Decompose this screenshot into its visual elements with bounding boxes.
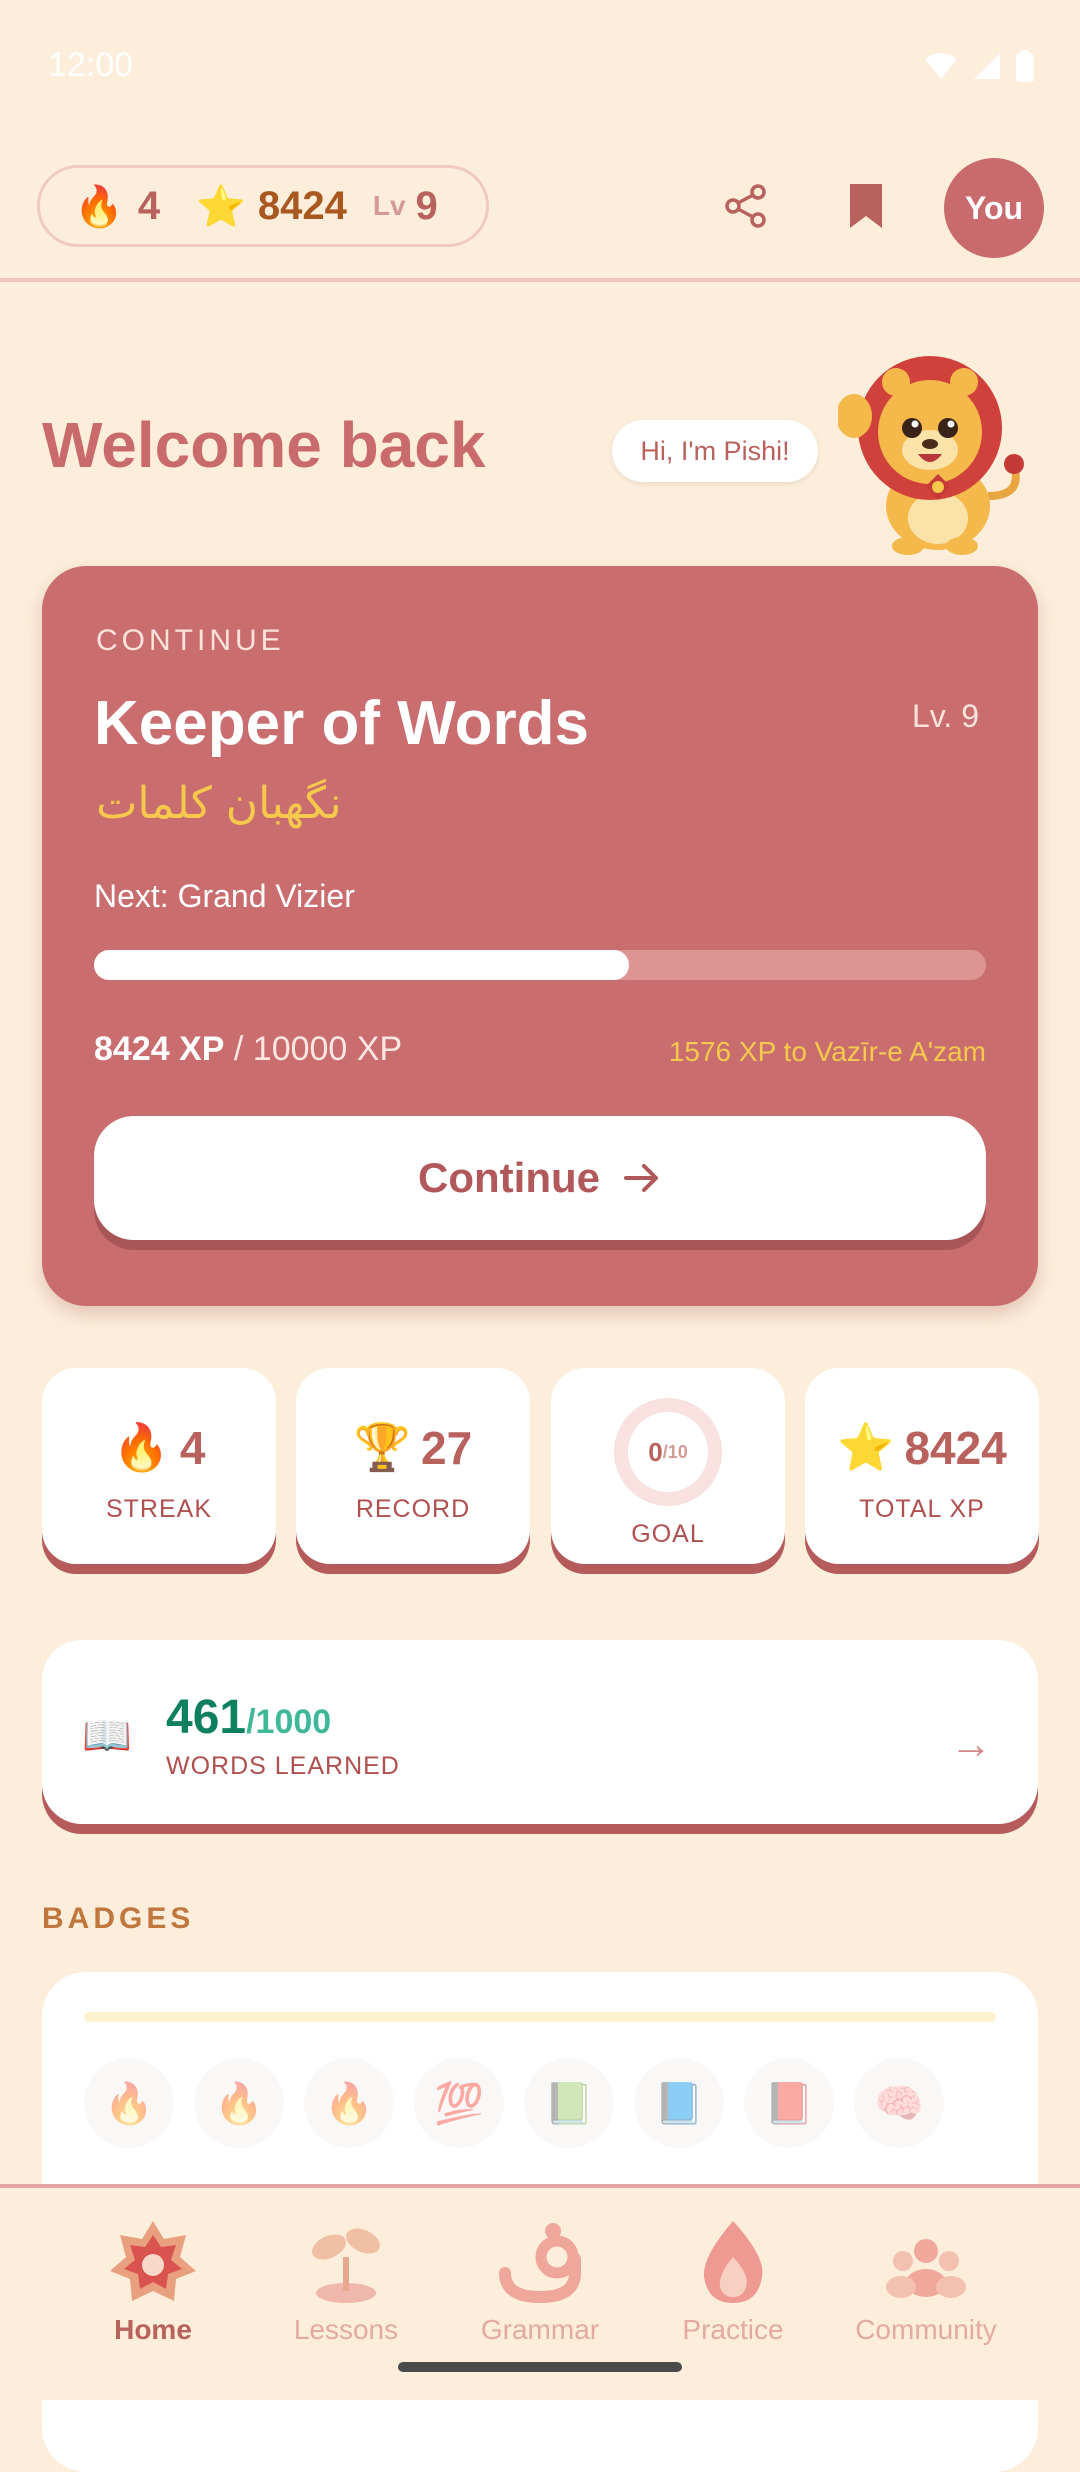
badge-green-book-icon[interactable]: 📗 bbox=[524, 2058, 614, 2148]
total-xp-value: 8424 bbox=[904, 1421, 1007, 1474]
record-stat-card[interactable]: 🏆 27 RECORD bbox=[296, 1368, 530, 1564]
arrow-right-icon[interactable]: → bbox=[950, 1720, 992, 1768]
flame-icon: 🔥 bbox=[74, 184, 124, 229]
words-learned-label: WORDS LEARNED bbox=[166, 1752, 400, 1780]
sprout-icon bbox=[298, 2214, 394, 2310]
rank-title: Keeper of Words bbox=[94, 689, 589, 758]
rank-level: Lv. 9 bbox=[912, 698, 979, 734]
level-label: Lv bbox=[372, 190, 406, 221]
badge-hundred-icon[interactable]: 💯 bbox=[414, 2058, 504, 2148]
goal-value: 0 bbox=[648, 1436, 663, 1467]
nav-label-lessons: Lessons bbox=[293, 2314, 399, 2345]
lion-mascot-icon bbox=[838, 356, 1024, 555]
goal-total: /10 bbox=[662, 1441, 688, 1462]
mascot-speech-bubble: Hi, I'm Pishi! bbox=[612, 420, 818, 482]
streak-value: 4 bbox=[179, 1421, 206, 1474]
badge-red-book-icon[interactable]: 📕 bbox=[744, 2058, 834, 2148]
nav-item-home[interactable]: Home bbox=[53, 2214, 253, 2346]
open-book-icon: 📖 bbox=[82, 1714, 132, 1758]
stats-pill[interactable]: 🔥 4 ⭐ 8424 Lv 9 bbox=[37, 165, 489, 247]
header-divider bbox=[0, 278, 1080, 282]
star-icon: ⭐ bbox=[196, 184, 246, 229]
streak-stat-card[interactable]: 🔥 4 STREAK bbox=[42, 1368, 276, 1564]
flame-icon bbox=[685, 2214, 781, 2310]
nav-label-home: Home bbox=[114, 2314, 192, 2345]
xp-progress-fill bbox=[94, 950, 629, 980]
goal-ring: 0/10 bbox=[614, 1398, 722, 1506]
nav-label-grammar: Grammar bbox=[480, 2314, 600, 2345]
goal-label: GOAL bbox=[631, 1520, 705, 1548]
trophy-icon: 🏆 bbox=[353, 1421, 412, 1473]
xp-total: / 10000 XP bbox=[224, 1030, 403, 1068]
badges-title: BADGES bbox=[42, 1902, 195, 1935]
nav-label-community: Community bbox=[855, 2314, 997, 2345]
badge-flame-icon[interactable]: 🔥 bbox=[84, 2058, 174, 2148]
streak-count: 4 bbox=[137, 183, 161, 228]
record-value: 27 bbox=[421, 1421, 473, 1474]
continue-eyebrow: CONTINUE bbox=[96, 624, 285, 657]
welcome-title: Welcome back bbox=[42, 409, 486, 481]
share-button[interactable] bbox=[716, 176, 776, 236]
total-xp-label: TOTAL XP bbox=[859, 1495, 985, 1523]
people-icon bbox=[878, 2214, 974, 2310]
streak-label: STREAK bbox=[105, 1495, 213, 1523]
bookmark-icon bbox=[850, 184, 882, 228]
status-time: 12:00 bbox=[48, 46, 134, 84]
profile-avatar-button[interactable]: You bbox=[944, 158, 1044, 258]
home-star-icon bbox=[105, 2214, 201, 2310]
status-icons bbox=[924, 50, 1034, 82]
record-label: RECORD bbox=[355, 1495, 471, 1523]
flame-icon: 🔥 bbox=[112, 1421, 170, 1473]
total-xp-stat-card[interactable]: ⭐ 8424 TOTAL XP bbox=[805, 1368, 1039, 1564]
words-total: /1000 bbox=[246, 1703, 332, 1741]
star-icon: ⭐ bbox=[837, 1421, 895, 1473]
battery-icon bbox=[1016, 50, 1034, 82]
badge-flame-icon[interactable]: 🔥 bbox=[194, 2058, 284, 2148]
xp-progress-text: 8424 XP / 10000 XP bbox=[94, 1030, 402, 1069]
badge-blue-book-icon[interactable]: 📘 bbox=[634, 2058, 724, 2148]
goal-stat-card[interactable]: 0/10 GOAL bbox=[551, 1368, 785, 1564]
xp-to-next: 1576 XP to Vazīr-e A'zam bbox=[668, 1036, 986, 1067]
words-learned-count: 461/1000 bbox=[166, 1690, 331, 1745]
next-rank: Next: Grand Vizier bbox=[94, 878, 355, 914]
badge-flame-icon[interactable]: 🔥 bbox=[304, 2058, 394, 2148]
home-indicator[interactable] bbox=[398, 2362, 682, 2372]
xp-count: 8424 bbox=[257, 183, 347, 228]
words-learned-value: 461 bbox=[166, 1691, 247, 1744]
nav-item-lessons[interactable]: Lessons bbox=[246, 2214, 446, 2346]
nav-item-practice[interactable]: Practice bbox=[633, 2214, 833, 2346]
rank-persian-title: نگهبان کلمات bbox=[96, 778, 342, 829]
xp-current: 8424 XP bbox=[94, 1030, 225, 1068]
badges-progress-line bbox=[84, 2012, 996, 2022]
wifi-icon bbox=[925, 53, 957, 79]
nav-label-practice: Practice bbox=[682, 2314, 784, 2345]
continue-button-label: Continue bbox=[418, 1154, 600, 1201]
nav-item-community[interactable]: Community bbox=[826, 2214, 1026, 2346]
share-icon bbox=[725, 184, 766, 228]
arrow-right-icon bbox=[623, 1164, 658, 1192]
bookmark-button[interactable] bbox=[836, 176, 896, 236]
badge-brain-icon[interactable]: 🧠 bbox=[854, 2058, 944, 2148]
persian-letter-icon bbox=[492, 2214, 588, 2310]
nav-item-grammar[interactable]: Grammar bbox=[440, 2214, 640, 2346]
level-number: 9 bbox=[415, 183, 438, 228]
continue-button[interactable]: Continue bbox=[94, 1116, 986, 1240]
signal-icon bbox=[974, 53, 1000, 79]
